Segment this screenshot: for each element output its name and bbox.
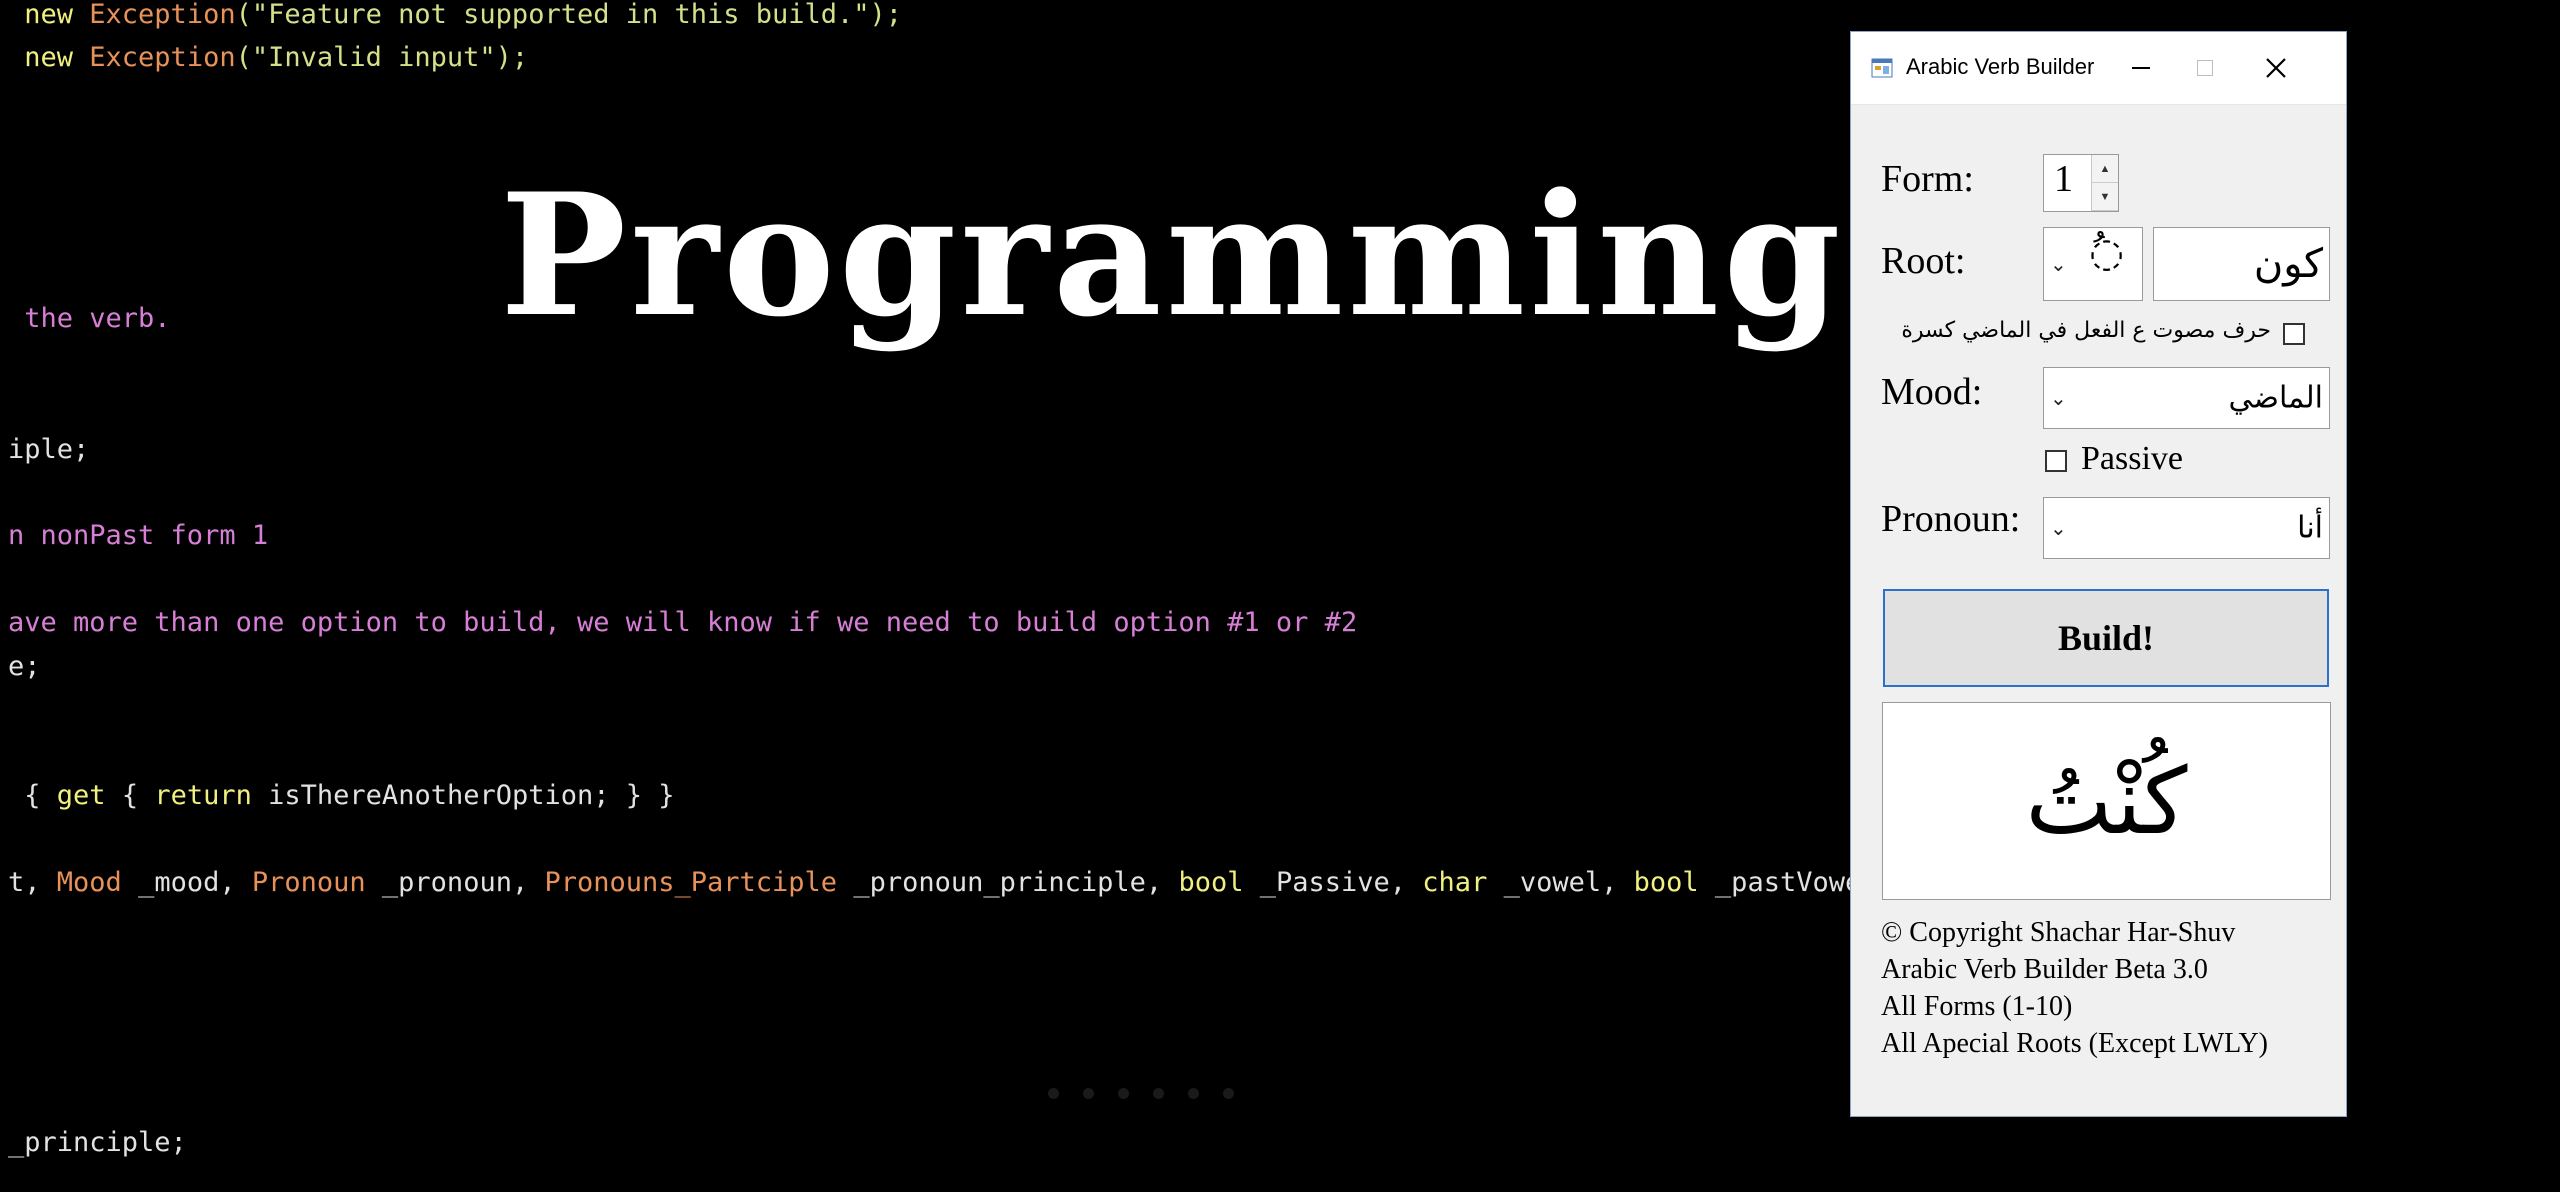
slide-dot[interactable] <box>1188 1088 1199 1099</box>
result-text: كُنْتُ <box>2025 747 2188 855</box>
slide-dot[interactable] <box>1153 1088 1164 1099</box>
root-input[interactable]: كون <box>2153 227 2330 301</box>
result-box: كُنْتُ <box>1882 702 2331 900</box>
footer-line: © Copyright Shachar Har-Shuv <box>1881 917 2236 948</box>
kasra-checkbox-label: حرف مصوت ع الفعل في الماضي كسرة <box>1901 318 2271 343</box>
footer-line: Arabic Verb Builder Beta 3.0 <box>1881 954 2208 985</box>
form-value: 1 <box>2054 158 2073 200</box>
title-bar[interactable]: Arabic Verb Builder <box>1851 32 2346 105</box>
code-line: { get { return isThereAnotherOption; } } <box>8 780 675 811</box>
pronoun-label: Pronoun: <box>1881 498 2021 540</box>
maximize-button <box>2185 50 2225 86</box>
slide-dot[interactable] <box>1223 1088 1234 1099</box>
spin-up-icon[interactable]: ▲ <box>2092 155 2118 183</box>
footer-line: All Forms (1-10) <box>1881 991 2073 1022</box>
mood-value: الماضي <box>2228 380 2323 416</box>
close-button[interactable] <box>2256 50 2296 86</box>
slide-dot[interactable] <box>1048 1088 1059 1099</box>
code-line: new Exception("Feature not supported in … <box>8 0 903 30</box>
footer-info: © Copyright Shachar Har-Shuv Arabic Verb… <box>1881 914 2268 1062</box>
app-window-icon <box>1871 58 1893 78</box>
code-line: iple; <box>8 434 90 465</box>
passive-checkbox[interactable] <box>2045 450 2067 472</box>
code-line: t, Mood _mood, Pronoun _pronoun, Pronoun… <box>8 867 1927 898</box>
page-title: Programming <box>500 156 1845 354</box>
root-value: كون <box>2253 241 2323 287</box>
minimize-icon <box>2132 67 2150 69</box>
code-line: the verb. <box>8 303 171 334</box>
app-window: Arabic Verb Builder Form: 1 ▲ ▼ Root: ⌄ … <box>1850 31 2347 1117</box>
slide-dot[interactable] <box>1118 1088 1129 1099</box>
form-label: Form: <box>1881 158 1974 200</box>
chevron-down-icon: ⌄ <box>2050 386 2067 410</box>
window-title: Arabic Verb Builder <box>1906 54 2095 79</box>
minimize-button[interactable] <box>2121 50 2161 86</box>
passive-label: Passive <box>2081 440 2183 477</box>
form-stepper[interactable]: 1 ▲ ▼ <box>2043 154 2119 212</box>
build-button[interactable]: Build! <box>1883 589 2329 687</box>
code-line: ave more than one option to build, we wi… <box>8 607 1358 638</box>
code-background: new Exception("Feature not supported in … <box>8 0 1926 1158</box>
root-vowel-select[interactable]: ⌄ ◌ُ <box>2043 227 2143 301</box>
root-vowel-value: ◌ُ <box>2089 230 2124 276</box>
pronoun-select[interactable]: ⌄ أنا <box>2043 497 2330 559</box>
close-icon <box>2266 58 2286 78</box>
kasra-checkbox[interactable] <box>2283 323 2305 345</box>
chevron-down-icon: ⌄ <box>2050 252 2067 276</box>
slide-dot[interactable] <box>1083 1088 1094 1099</box>
code-line: e; <box>8 651 41 682</box>
root-label: Root: <box>1881 240 1966 282</box>
code-line: new Exception("Invalid input"); <box>8 42 529 73</box>
chevron-down-icon: ⌄ <box>2050 516 2067 540</box>
code-line: _principle; <box>8 1127 187 1158</box>
maximize-icon <box>2197 60 2213 76</box>
footer-line: All Apecial Roots (Except LWLY) <box>1881 1028 2269 1059</box>
mood-select[interactable]: ⌄ الماضي <box>2043 367 2330 429</box>
pronoun-value: أنا <box>2297 510 2323 546</box>
spin-down-icon[interactable]: ▼ <box>2092 183 2118 211</box>
code-line: n nonPast form 1 <box>8 520 269 551</box>
slide-dots <box>1048 1088 1234 1099</box>
mood-label: Mood: <box>1881 371 1983 413</box>
